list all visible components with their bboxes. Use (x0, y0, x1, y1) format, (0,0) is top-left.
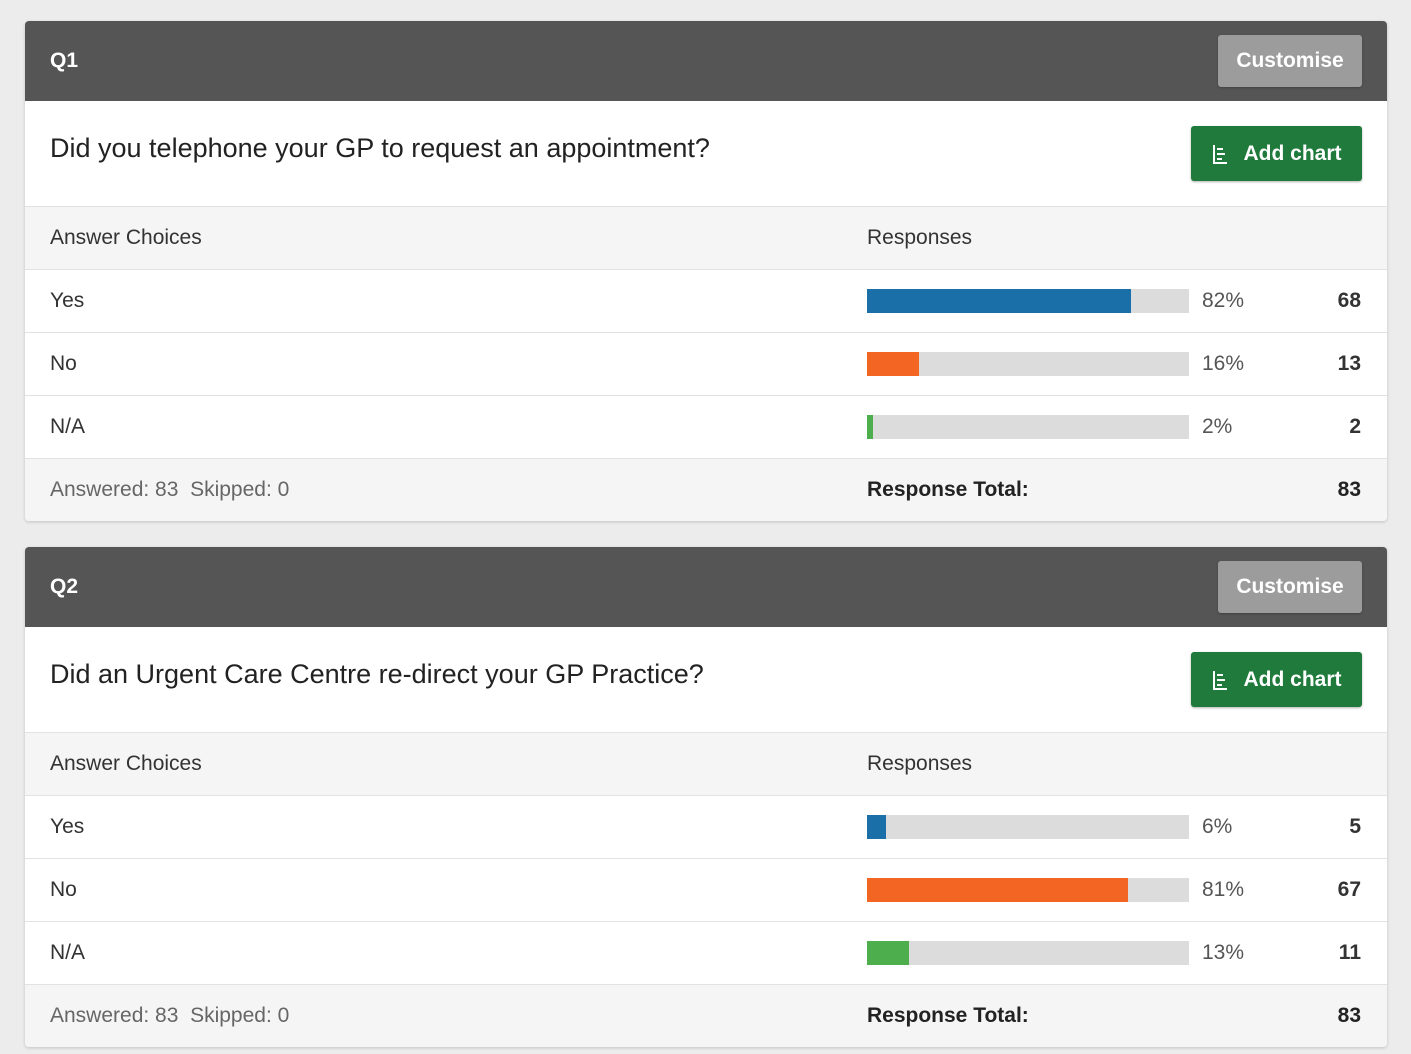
customise-button[interactable]: Customise (1218, 561, 1362, 613)
question-number: Q2 (50, 575, 79, 598)
response-percent: 6% (1202, 815, 1233, 838)
answer-choice: Yes (50, 815, 85, 838)
question-title-row: Did an Urgent Care Centre re-direct your… (25, 627, 1387, 733)
table-footer: Answered: 83 Skipped: 0 Response Total: … (25, 459, 1387, 521)
question-title: Did you telephone your GP to request an … (50, 133, 710, 163)
question-header: Q2 Customise (25, 547, 1387, 627)
response-bar (867, 352, 1189, 376)
response-total-label: Response Total: (867, 478, 1029, 501)
table-row: Yes 6% 5 (25, 796, 1387, 859)
column-header-answer-choices: Answer Choices (50, 226, 202, 249)
table-footer: Answered: 83 Skipped: 0 Response Total: … (25, 985, 1387, 1047)
response-bar-fill (867, 415, 874, 439)
question-header: Q1 Customise (25, 21, 1387, 101)
table-row: N/A 2% 2 (25, 396, 1387, 459)
question-number: Q1 (50, 49, 79, 72)
response-bar (867, 941, 1189, 965)
response-bar-fill (867, 352, 919, 376)
response-percent: 2% (1202, 415, 1233, 438)
question-title-row: Did you telephone your GP to request an … (25, 101, 1387, 207)
customise-button[interactable]: Customise (1218, 35, 1362, 87)
response-percent: 81% (1202, 878, 1245, 901)
response-count: 13 (1337, 352, 1361, 375)
chart-icon (1213, 670, 1228, 690)
table-row: No 16% 13 (25, 333, 1387, 396)
response-count: 68 (1337, 289, 1361, 312)
answer-choice: N/A (50, 415, 86, 438)
table-row: N/A 13% 11 (25, 922, 1387, 985)
add-chart-button[interactable]: Add chart (1191, 126, 1362, 181)
response-total-value: 83 (1337, 478, 1361, 501)
answered-skipped-summary: Answered: 83 Skipped: 0 (50, 478, 290, 501)
response-count: 2 (1349, 415, 1361, 438)
question-card-q1: Q1 Customise Did you telephone your GP t… (25, 21, 1387, 521)
chart-icon (1213, 144, 1228, 164)
response-count: 11 (1338, 941, 1361, 964)
add-chart-button[interactable]: Add chart (1191, 652, 1362, 707)
answer-choice: No (50, 352, 77, 375)
response-total-value: 83 (1337, 1004, 1361, 1027)
answered-skipped-summary: Answered: 83 Skipped: 0 (50, 1004, 290, 1027)
table-header: Answer Choices Responses (25, 733, 1387, 796)
response-bar (867, 289, 1189, 313)
add-chart-label: Add chart (1243, 667, 1342, 691)
answer-choice: Yes (50, 289, 85, 312)
response-bar (867, 878, 1189, 902)
add-chart-label: Add chart (1243, 141, 1342, 165)
column-header-responses: Responses (867, 226, 973, 249)
response-percent: 16% (1202, 352, 1245, 375)
response-bar (867, 415, 1189, 439)
response-percent: 82% (1202, 289, 1245, 312)
column-header-responses: Responses (867, 752, 973, 775)
response-bar-fill (867, 815, 887, 839)
table-row: Yes 82% 68 (25, 270, 1387, 333)
response-bar-fill (867, 878, 1128, 902)
response-percent: 13% (1202, 941, 1245, 964)
survey-results-page: Q1 Customise Did you telephone your GP t… (0, 0, 1411, 1054)
answer-choice: N/A (50, 941, 86, 964)
column-header-answer-choices: Answer Choices (50, 752, 202, 775)
question-card-q2: Q2 Customise Did an Urgent Care Centre r… (25, 547, 1387, 1047)
response-bar (867, 815, 1189, 839)
table-header: Answer Choices Responses (25, 207, 1387, 270)
answer-choice: No (50, 878, 77, 901)
response-count: 67 (1337, 878, 1361, 901)
table-row: No 81% 67 (25, 859, 1387, 922)
response-total-label: Response Total: (867, 1004, 1029, 1027)
response-bar-fill (867, 941, 909, 965)
response-count: 5 (1349, 815, 1361, 838)
question-title: Did an Urgent Care Centre re-direct your… (50, 659, 704, 689)
response-bar-fill (867, 289, 1132, 313)
